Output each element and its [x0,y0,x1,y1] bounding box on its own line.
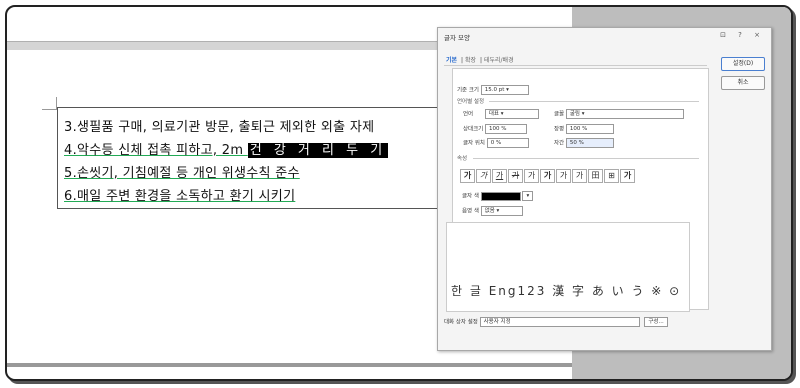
lang-row: 언어 대표 ▾ [463,109,539,119]
document-text-box[interactable]: 3.생필품 구매, 의료기관 방문, 출퇴근 제외한 외출 자제 4.악수등 신… [57,107,448,209]
tab-border-bg[interactable]: 테두리/배경 [484,57,514,64]
rel-size-label: 상대크기 [463,126,484,133]
italic-button[interactable]: 가 [476,169,491,183]
pos-row: 글자 위치 0 % [463,138,529,148]
font-select[interactable]: 굴림 ▾ [565,109,684,119]
base-size-label: 기준 크기 [457,87,479,94]
bold-button[interactable]: 가 [460,169,475,183]
dialog-window-controls[interactable]: ⊡ ? × [720,31,765,39]
font-color-dropdown[interactable]: ▾ [522,191,534,201]
spacing-label: 장평 [554,126,565,133]
shade-color-row: 음영 색 없음 ▾ [462,206,523,216]
dialog-setting-select[interactable]: 사용자 지정 [479,317,640,327]
font-color-label: 글자 색 [462,193,479,200]
strikethrough-button[interactable]: 가 [508,169,523,183]
tab-divider [444,65,707,66]
cancel-button[interactable]: 취소 [721,76,765,90]
paragraph-corner-mark [42,97,57,110]
preview-text: 한 글 Eng123 漢 字 あ い う ※ ⊙ [451,284,682,298]
tab-basic[interactable]: 기본 [446,57,457,64]
smallcaps-button[interactable]: 가 [620,169,635,183]
rel-size-input[interactable]: 100 % [485,124,527,134]
dialog-setting-label: 대화 상자 설정 [444,319,478,326]
doc-line-4-prefix: 4.악수등 신체 접촉 피하고, 2m [64,143,248,158]
rel-size-row: 상대크기 100 % [463,124,527,134]
font-color-swatch[interactable] [480,191,521,201]
base-size-input[interactable]: 15.0 pt ▾ [480,85,529,95]
ok-button[interactable]: 설정(D) [721,57,765,71]
lang-section-label: 언어별 설정 [457,99,485,105]
font-label: 글꼴 [554,111,565,118]
dialog-title: 글자 모양 [444,34,470,42]
shade-color-label: 음영 색 [462,208,479,215]
doc-line-6[interactable]: 6.매일 주변 환경을 소독하고 환기 시키기 [64,185,295,204]
font-color-row: 글자 색 ▾ [462,191,534,201]
spacing-input[interactable]: 100 % [565,124,614,134]
lang-label: 언어 [463,111,474,118]
dialog-setting-row: 대화 상자 설정 사용자 지정 구성... [444,317,668,327]
doc-line-5[interactable]: 5.손씻기, 기침예절 등 개인 위생수칙 준수 [64,162,300,181]
attr-section-divider [473,158,699,159]
tab-extended[interactable]: 확장 [465,57,476,64]
underline-button[interactable]: 가 [492,169,507,183]
preview-box: 한 글 Eng123 漢 字 あ い う ※ ⊙ [446,222,690,312]
dialog-tabs: 기본 | 확장 | 테두리/배경 [446,57,514,64]
attr-section-label: 속성 [457,156,468,162]
kerning-input[interactable]: 50 % [565,138,614,148]
lang-section-divider [489,101,699,102]
pos-input[interactable]: 0 % [486,138,529,148]
outline-button[interactable]: 가 [524,169,539,183]
selected-text[interactable]: 건 강 거 리 두 기 [247,143,389,158]
lang-select[interactable]: 대표 ▾ [484,109,539,119]
spacing-row: 장평 100 % [554,124,614,134]
emboss-button[interactable]: 가 [556,169,571,183]
doc-line-3[interactable]: 3.생필품 구매, 의료기관 방문, 출퇴근 제외한 외출 자제 [64,116,374,135]
char-shape-dialog: 글자 모양 ⊡ ? × 기본 | 확장 | 테두리/배경 기준 크기 15.0 pt… [437,27,772,351]
kerning-row: 자간 50 % [554,138,614,148]
config-button[interactable]: 구성... [644,317,668,327]
pos-label: 글자 위치 [463,140,485,147]
doc-line-4[interactable]: 4.악수등 신체 접촉 피하고, 2m 건 강 거 리 두 기 [64,139,389,158]
page-bottom-edge [7,363,572,367]
base-size-row: 기준 크기 15.0 pt ▾ [457,85,529,95]
font-row: 글꼴 굴림 ▾ [554,109,684,119]
engrave-button[interactable]: 가 [572,169,587,183]
shade-color-select[interactable]: 없음 ▾ [480,206,523,216]
superscript-icon[interactable]: 田 [588,169,603,183]
kerning-label: 자간 [554,140,565,147]
subscript-icon[interactable]: ⊞ [604,169,619,183]
shadow-button[interactable]: 가 [540,169,555,183]
